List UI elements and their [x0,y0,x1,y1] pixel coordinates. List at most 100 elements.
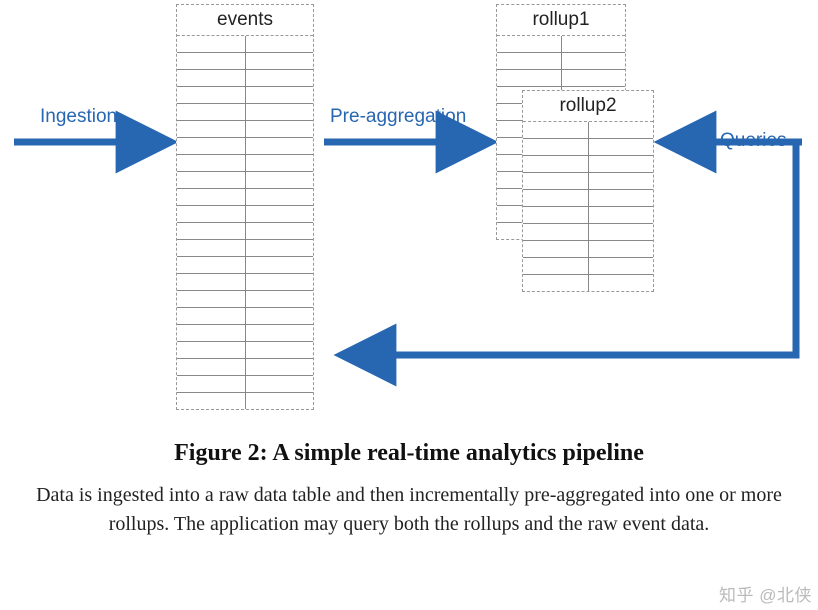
table-row [497,36,625,53]
table-cell [497,36,562,52]
table-row [177,274,313,291]
table-cell [246,87,314,103]
table-row [523,156,653,173]
table-cell [523,139,589,155]
flow-arrows [0,0,818,410]
table-row [177,104,313,121]
table-row [523,122,653,139]
table-cell [246,155,314,171]
table-row [177,291,313,308]
table-cell [177,342,246,358]
table-cell [246,376,314,392]
table-cell [589,173,654,189]
table-row [177,87,313,104]
diagram-area: Ingestion Pre-aggregation Queries events… [0,0,818,410]
events-header: events [177,5,313,36]
table-cell [246,36,314,52]
table-cell [177,223,246,239]
table-cell [177,325,246,341]
table-cell [246,257,314,273]
table-row [177,342,313,359]
table-cell [523,258,589,274]
ingestion-label: Ingestion [40,106,117,128]
table-row [177,393,313,409]
table-cell [246,393,314,409]
table-cell [589,207,654,223]
table-cell [177,87,246,103]
table-cell [177,257,246,273]
table-cell [589,224,654,240]
table-row [177,138,313,155]
table-cell [246,104,314,120]
preaggregation-label: Pre-aggregation [330,106,466,128]
table-row [177,325,313,342]
table-row [177,308,313,325]
rollup2-table: rollup2 [522,90,654,292]
table-row [177,359,313,376]
rollup2-header: rollup2 [523,91,653,122]
table-cell [246,308,314,324]
table-cell [246,342,314,358]
table-row [177,240,313,257]
table-row [177,36,313,53]
table-cell [562,36,626,52]
table-cell [177,274,246,290]
table-cell [246,189,314,205]
table-cell [246,274,314,290]
table-row [177,376,313,393]
table-cell [562,70,626,86]
table-cell [523,122,589,138]
table-cell [523,207,589,223]
table-cell [177,240,246,256]
table-cell [177,70,246,86]
table-row [497,53,625,70]
table-row [177,70,313,87]
table-cell [246,291,314,307]
table-cell [589,258,654,274]
table-cell [589,241,654,257]
table-row [523,258,653,275]
table-cell [177,206,246,222]
table-cell [246,138,314,154]
table-row [177,155,313,172]
table-cell [177,308,246,324]
table-cell [177,155,246,171]
table-row [497,70,625,87]
rollup1-header: rollup1 [497,5,625,36]
table-cell [589,190,654,206]
table-row [523,173,653,190]
table-cell [523,173,589,189]
table-cell [177,53,246,69]
table-row [523,139,653,156]
table-cell [177,393,246,409]
table-cell [246,240,314,256]
figure-title: Figure 2: A simple real-time analytics p… [24,440,794,467]
figure-description: Data is ingested into a raw data table a… [24,481,794,539]
table-row [177,257,313,274]
table-cell [177,359,246,375]
table-cell [246,206,314,222]
table-row [523,224,653,241]
table-cell [246,359,314,375]
table-cell [497,53,562,69]
table-row [177,223,313,240]
table-cell [246,325,314,341]
table-cell [246,223,314,239]
table-cell [497,70,562,86]
table-cell [177,376,246,392]
events-rows [177,36,313,409]
table-row [523,241,653,258]
table-row [177,53,313,70]
table-cell [177,172,246,188]
queries-label: Queries [720,130,787,152]
table-cell [589,122,654,138]
table-row [523,275,653,291]
table-cell [523,156,589,172]
table-cell [523,275,589,291]
table-cell [177,291,246,307]
table-cell [523,224,589,240]
table-cell [523,190,589,206]
table-cell [246,70,314,86]
table-cell [562,53,626,69]
events-table: events [176,4,314,410]
